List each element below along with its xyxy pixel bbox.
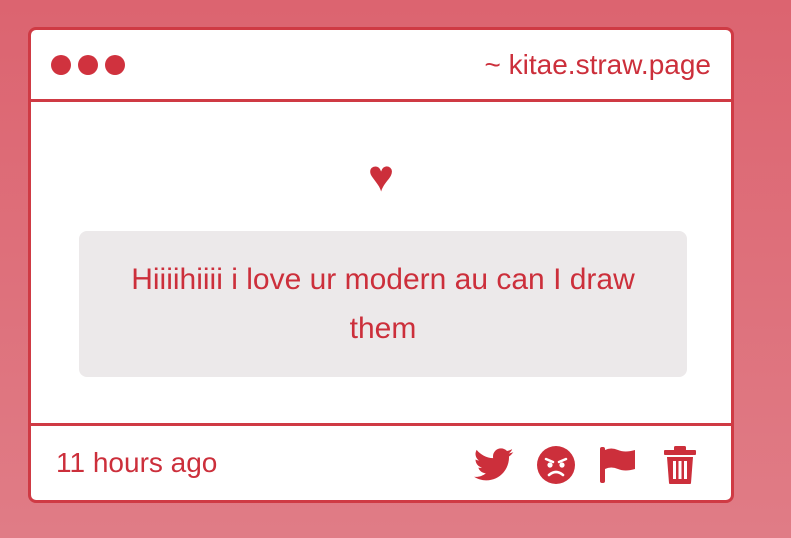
- twitter-share-button[interactable]: [473, 444, 515, 486]
- flag-icon: [600, 447, 635, 483]
- message-text: Hiiiihiiii i love ur modern au can I dra…: [131, 263, 635, 345]
- message-footer: 11 hours ago: [31, 426, 731, 500]
- window-dot-3: [105, 55, 125, 75]
- message-card: ~ kitae.straw.page ♥ Hiiiihiiii i love u…: [28, 27, 734, 503]
- window-controls: [51, 55, 125, 75]
- window-dot-2: [78, 55, 98, 75]
- page-url[interactable]: ~ kitae.straw.page: [485, 48, 711, 82]
- message-box: Hiiiihiiii i love ur modern au can I dra…: [79, 231, 687, 377]
- title-bar: ~ kitae.straw.page: [31, 30, 731, 102]
- delete-button[interactable]: [659, 444, 701, 486]
- report-button[interactable]: [597, 444, 639, 486]
- twitter-icon: [474, 448, 514, 481]
- message-area: ♥ Hiiiihiiii i love ur modern au can I d…: [31, 102, 731, 426]
- window-dot-1: [51, 55, 71, 75]
- react-angry-button[interactable]: [535, 444, 577, 486]
- action-bar: [473, 444, 701, 486]
- angry-face-icon: [537, 446, 575, 484]
- trash-icon: [664, 446, 696, 484]
- heart-icon: ♥: [367, 152, 395, 201]
- timestamp: 11 hours ago: [56, 447, 218, 478]
